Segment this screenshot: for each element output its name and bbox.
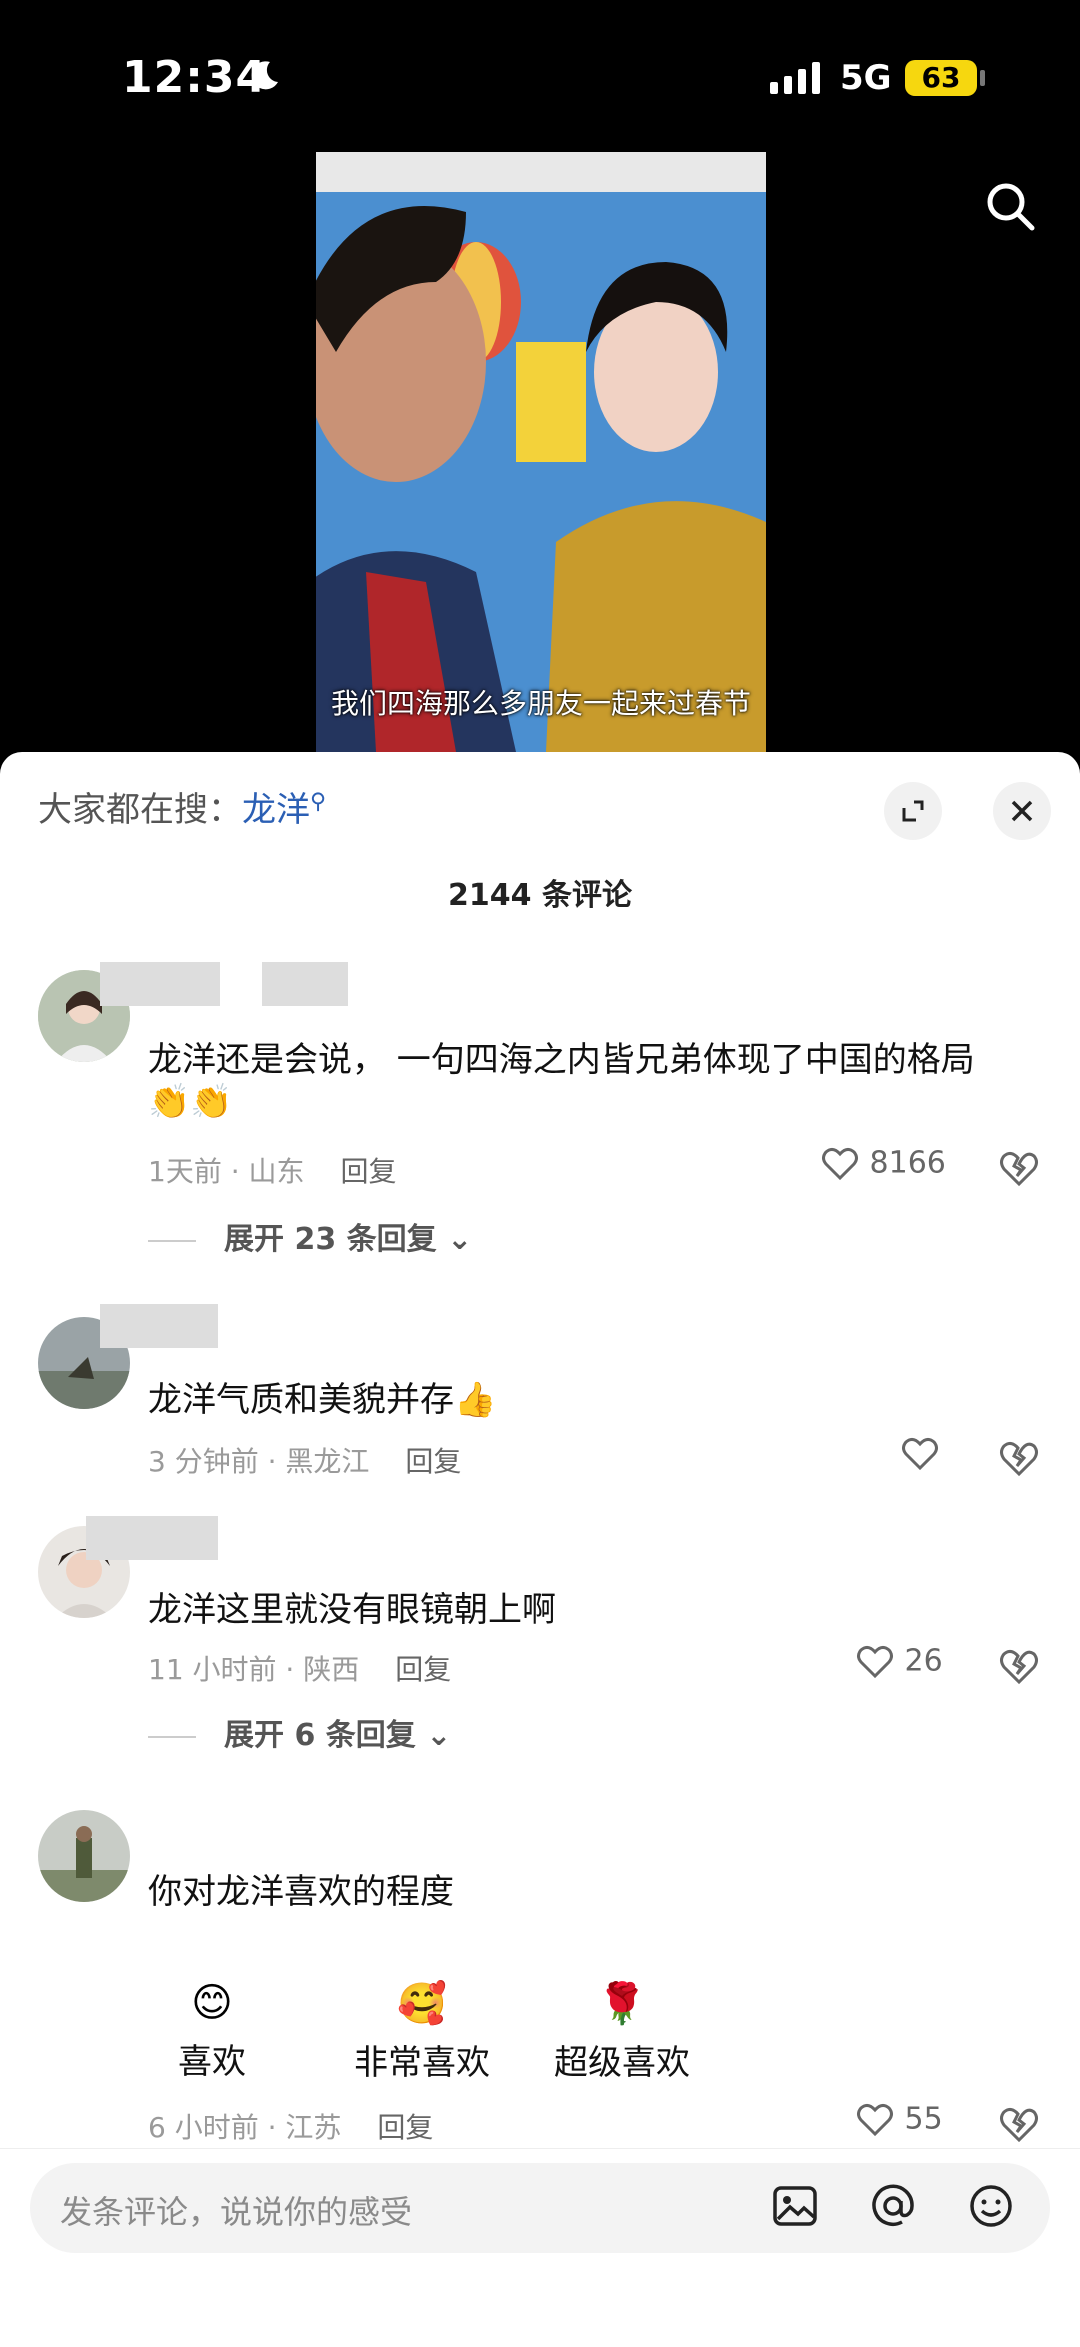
broken-heart-icon[interactable] [996, 2102, 1042, 2148]
network-type: 5G [840, 58, 892, 98]
comment-count: 2144 条评论 [448, 878, 632, 913]
comment-emoji: 👏👏 [148, 1082, 233, 1122]
comment-meta: 3 分钟前 · 黑龙江 回复 [148, 1440, 461, 1480]
expand-replies[interactable]: 展开 6 条回复 ⌄ [148, 1710, 451, 1754]
broken-heart-icon[interactable] [996, 1436, 1042, 1482]
username-redacted [86, 1516, 218, 1560]
like-button[interactable] [900, 1434, 940, 1474]
divider [148, 1735, 196, 1738]
broken-heart-icon[interactable] [996, 1146, 1042, 1192]
username-redacted [262, 962, 348, 1006]
expand-replies-label: 展开 6 条回复 [224, 1718, 416, 1753]
hot-search-keyword[interactable]: 龙洋 [242, 790, 310, 830]
signal-icon [770, 62, 820, 94]
chevron-down-icon: ⌄ [447, 1222, 473, 1257]
avatar[interactable] [38, 1810, 130, 1902]
rose-icon: 🌹 [597, 1981, 647, 2027]
video-frame [316, 152, 766, 752]
comment-text: 龙洋气质和美貌并存👍 [148, 1380, 497, 1420]
video-subtitle: 我们四海那么多朋友一起来过春节 [330, 687, 751, 720]
hug-icon: 🥰 [397, 1981, 447, 2027]
expand-icon [902, 800, 924, 822]
like-button[interactable]: 55 [855, 2100, 943, 2140]
username-redacted [100, 1304, 218, 1348]
comment-text: 龙洋这里就没有眼镜朝上啊 [148, 1590, 556, 1630]
reply-button[interactable]: 回复 [405, 1445, 461, 1478]
image-icon[interactable] [770, 2181, 820, 2231]
like-count: 26 [904, 1643, 943, 1679]
video-player[interactable]: 我们四海那么多朋友一起来过春节 [316, 152, 766, 752]
comment-input-bar: 发条评论，说说你的感受 [0, 2148, 1080, 2347]
status-bar: 12:34 5G 63 [0, 0, 1080, 150]
expand-replies-label: 展开 23 条回复 [224, 1222, 437, 1257]
poll-option-label: 非常喜欢 [354, 2043, 490, 2083]
username-redacted [100, 962, 220, 1006]
close-icon [1011, 800, 1033, 822]
comment-meta: 6 小时前 · 江苏 回复 [148, 2106, 433, 2146]
expand-button[interactable] [884, 782, 942, 840]
smile-icon: 😊 [191, 1980, 233, 2026]
poll-option-label: 超级喜欢 [554, 2043, 690, 2083]
close-button[interactable] [993, 782, 1051, 840]
comment-meta: 11 小时前 · 陕西 回复 [148, 1648, 451, 1688]
expand-replies[interactable]: 展开 23 条回复 ⌄ [148, 1214, 472, 1258]
heart-icon [857, 2103, 893, 2137]
divider [148, 1239, 196, 1242]
like-count: 55 [904, 2101, 943, 2137]
like-button[interactable]: 26 [855, 1642, 943, 1682]
poll-option-like[interactable]: 😊 喜欢 [142, 1980, 282, 2083]
heart-icon [822, 1147, 858, 1181]
comment-time: 3 分钟前 · 黑龙江 [148, 1445, 370, 1478]
reply-button[interactable]: 回复 [377, 2111, 433, 2144]
avatar-image [38, 1810, 130, 1902]
like-button[interactable]: 8166 [820, 1144, 946, 1184]
heart-icon [857, 1645, 893, 1679]
reply-button[interactable]: 回复 [395, 1653, 451, 1686]
search-icon[interactable] [982, 178, 1038, 234]
like-count: 8166 [869, 1145, 946, 1181]
comment-time: 11 小时前 · 陕西 [148, 1653, 360, 1686]
poll-option-super[interactable]: 🌹 超级喜欢 [552, 1980, 692, 2084]
hot-search[interactable]: 大家都在搜：龙洋⚲ [38, 782, 326, 831]
battery-indicator: 63 [905, 60, 977, 96]
hot-search-prefix: 大家都在搜： [38, 790, 242, 830]
at-mention-icon[interactable] [868, 2181, 918, 2231]
comment-sheet: 大家都在搜：龙洋⚲ 2144 条评论 龙洋还是会说， 一句四海之内皆兄弟体现了中… [0, 752, 1080, 2346]
comment-time: 1天前 · 山东 [148, 1155, 305, 1188]
battery-tip [980, 70, 985, 86]
poll-option-love[interactable]: 🥰 非常喜欢 [352, 1980, 492, 2084]
comment-meta: 1天前 · 山东 回复 [148, 1150, 397, 1190]
clock: 12:34 [122, 52, 268, 103]
moon-icon [251, 61, 278, 90]
chevron-down-icon: ⌄ [426, 1718, 452, 1753]
reply-button[interactable]: 回复 [341, 1155, 397, 1188]
comment-input-placeholder: 发条评论，说说你的感受 [60, 2193, 413, 2231]
comment-text: 你对龙洋喜欢的程度 [148, 1872, 454, 1912]
emoji-icon[interactable] [966, 2181, 1016, 2231]
comment-time: 6 小时前 · 江苏 [148, 2111, 342, 2144]
small-search-icon: ⚲ [310, 789, 327, 815]
poll-option-label: 喜欢 [178, 2042, 246, 2082]
heart-icon [902, 1437, 938, 1471]
broken-heart-icon[interactable] [996, 1644, 1042, 1690]
comment-text: 龙洋还是会说， 一句四海之内皆兄弟体现了中国的格局 [148, 1040, 975, 1080]
